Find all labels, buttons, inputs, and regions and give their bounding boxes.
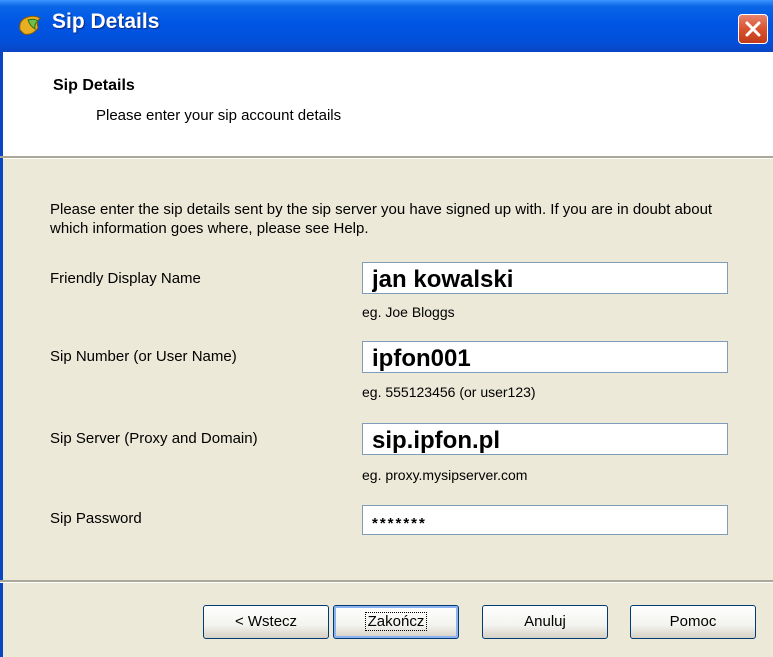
sip-details-dialog: Sip Details Sip Details Please enter you… — [0, 0, 773, 657]
app-icon — [19, 15, 41, 35]
sip-server-label: Sip Server (Proxy and Domain) — [50, 430, 258, 447]
help-button[interactable]: Pomoc — [630, 605, 756, 639]
sip-number-label: Sip Number (or User Name) — [50, 348, 237, 365]
close-button[interactable] — [738, 14, 768, 44]
display-name-field[interactable] — [362, 262, 728, 294]
finish-button-label: Zakończ — [364, 612, 428, 631]
footer-divider — [0, 580, 773, 583]
intro-text: Please enter the sip details sent by the… — [50, 201, 713, 237]
cancel-button[interactable]: Anuluj — [482, 605, 608, 639]
sip-number-field[interactable] — [362, 341, 728, 373]
sip-server-field[interactable] — [362, 423, 728, 455]
back-button[interactable]: < Wstecz — [203, 605, 329, 639]
sip-number-hint: eg. 555123456 (or user123) — [362, 384, 536, 400]
finish-button[interactable]: Zakończ — [333, 605, 459, 639]
header-subtitle: Please enter your sip account details — [96, 107, 342, 124]
display-name-hint: eg. Joe Bloggs — [362, 304, 455, 320]
header-divider — [0, 156, 773, 159]
close-icon — [745, 21, 761, 37]
sip-server-hint: eg. proxy.mysipserver.com — [362, 467, 528, 483]
sip-password-field[interactable] — [362, 505, 728, 535]
header-title: Sip Details — [53, 77, 135, 94]
title-bar[interactable]: Sip Details — [0, 0, 773, 52]
window-title: Sip Details — [52, 10, 160, 33]
display-name-label: Friendly Display Name — [50, 270, 201, 287]
sip-password-label: Sip Password — [50, 510, 142, 527]
wizard-header: Sip Details Please enter your sip accoun… — [0, 52, 773, 156]
